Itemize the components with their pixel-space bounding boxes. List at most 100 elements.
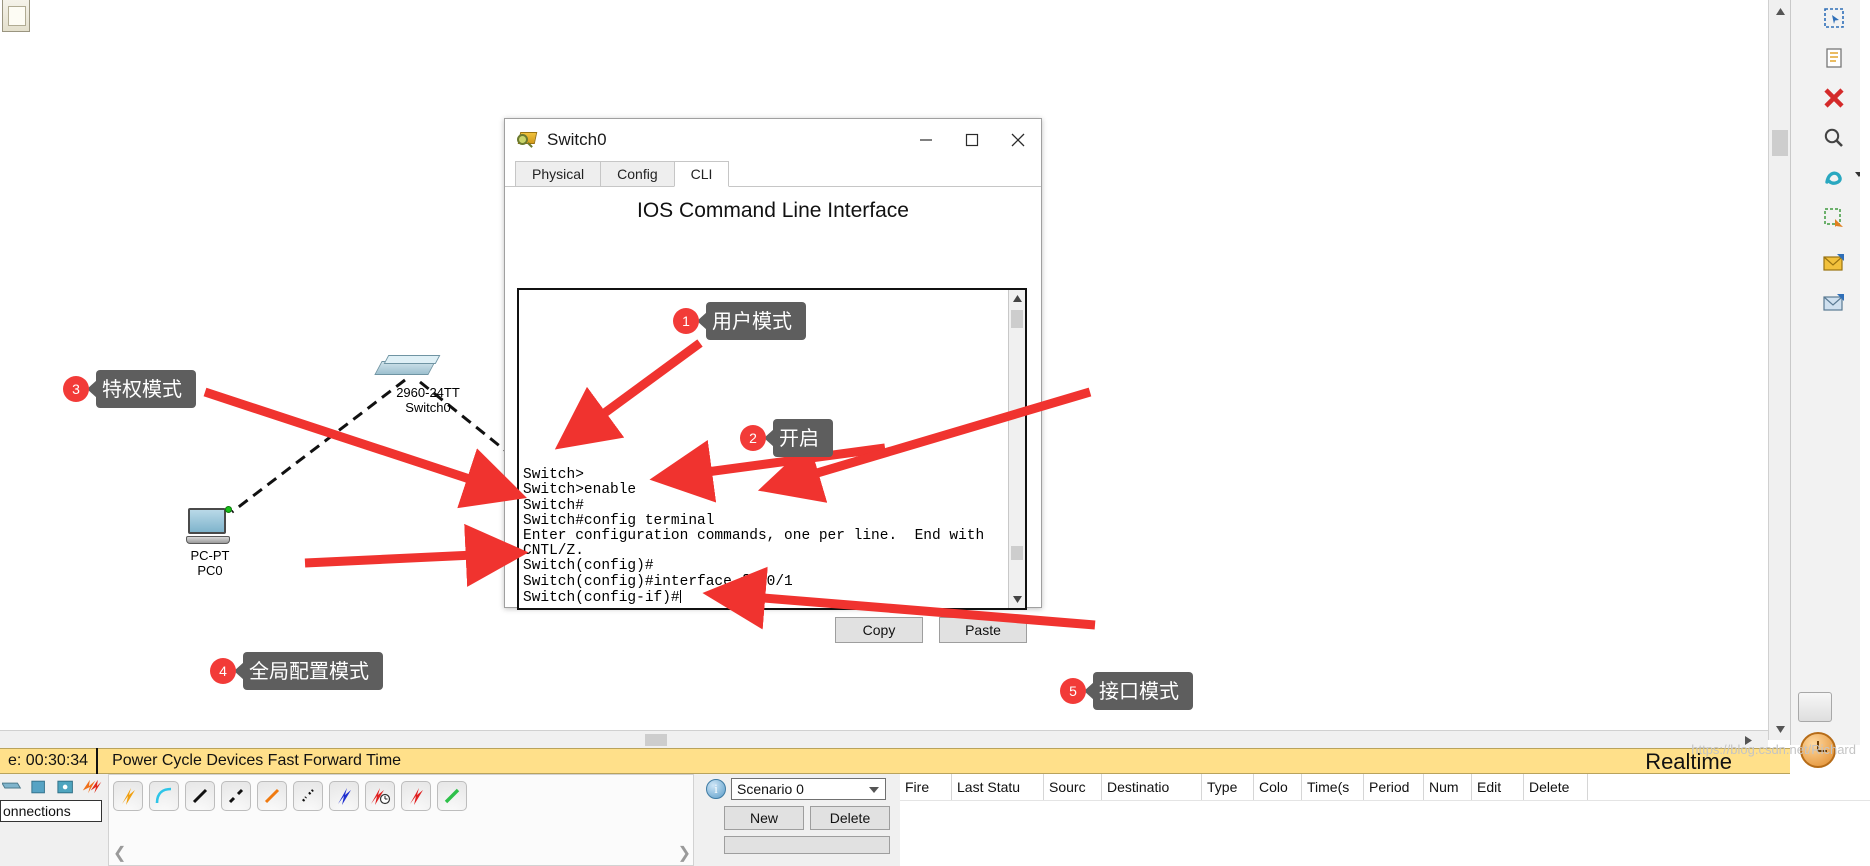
events-column-header[interactable]: Destinatio: [1102, 774, 1202, 800]
events-column-header[interactable]: Delete: [1524, 774, 1588, 800]
cli-line: Switch(config)#interface fa 0/1: [523, 573, 793, 590]
connections-label[interactable]: onnections: [0, 800, 102, 822]
right-toolbar-scroll-strip[interactable]: [1860, 0, 1870, 745]
tools-nav[interactable]: ❮ ❯: [113, 843, 691, 863]
dialog-tabs[interactable]: Physical Config CLI: [505, 161, 1041, 187]
automatic-cable-icon[interactable]: [113, 781, 143, 811]
chevron-down-icon[interactable]: [869, 787, 879, 793]
device-preview-button[interactable]: [1798, 692, 1832, 722]
cli-scrollbar[interactable]: [1008, 290, 1025, 608]
pc-monitor-icon: [188, 508, 226, 534]
cli-scroll-down-icon[interactable]: [1009, 591, 1025, 608]
tab-config[interactable]: Config: [600, 161, 675, 186]
hub-category-icon[interactable]: [28, 778, 49, 796]
callout-3-label: 特权模式: [96, 370, 196, 408]
switch-category-icon[interactable]: [2, 778, 23, 796]
wireless-category-icon[interactable]: [55, 778, 76, 796]
events-column-header[interactable]: Colo: [1254, 774, 1302, 800]
device-pc0[interactable]: [186, 508, 232, 550]
scroll-down-icon[interactable]: [1771, 720, 1789, 738]
cli-scroll-thumb[interactable]: [1011, 546, 1023, 560]
cli-line: Switch>: [523, 467, 584, 484]
cli-scroll-up-icon[interactable]: [1009, 290, 1025, 307]
callout-4-label: 全局配置模式: [243, 652, 383, 690]
switch0-dialog[interactable]: Switch0 Physical Config CLI IOS Command …: [504, 118, 1042, 643]
dialog-titlebar[interactable]: Switch0: [505, 119, 1041, 161]
inspect-tool-icon[interactable]: [1817, 122, 1851, 154]
add-complex-pdu-icon[interactable]: [1817, 288, 1851, 320]
tab-physical[interactable]: Physical: [515, 161, 602, 186]
new-scenario-button[interactable]: New: [724, 806, 804, 830]
events-column-header[interactable]: Sourc: [1044, 774, 1102, 800]
serial-dte-cable-icon[interactable]: [401, 781, 431, 811]
device-category-row[interactable]: [0, 774, 104, 796]
scenario-select[interactable]: Scenario 0: [731, 778, 886, 800]
events-column-header[interactable]: Fire: [900, 774, 952, 800]
copper-straight-cable-icon[interactable]: [185, 781, 215, 811]
events-column-header[interactable]: Time(s: [1302, 774, 1364, 800]
connections-category-icon[interactable]: [81, 778, 102, 796]
simulation-time: e: 00:30:34: [8, 752, 89, 769]
add-simple-pdu-icon[interactable]: [1817, 248, 1851, 280]
device-pc0-label: PC-PT PC0: [190, 548, 230, 578]
callout-4-badge: 4: [210, 658, 236, 684]
workspace-horizontal-scrollbar[interactable]: [0, 730, 1768, 748]
events-table[interactable]: Fire Last Statu Sourc Destinatio Type Colo Tim…: [900, 774, 1870, 866]
info-icon[interactable]: i: [706, 779, 726, 799]
tab-cli[interactable]: CLI: [673, 161, 730, 187]
cli-output-text: Switch> Switch>enable Switch# Switch#config…: [523, 467, 984, 606]
device-palette[interactable]: onnections: [0, 774, 104, 866]
delete-tool-icon[interactable]: [1817, 82, 1851, 114]
octal-cable-icon[interactable]: [437, 781, 467, 811]
workspace-vertical-scrollbar[interactable]: [1768, 0, 1790, 740]
select-tool-icon[interactable]: [1817, 2, 1851, 34]
scroll-up-icon[interactable]: [1771, 2, 1789, 20]
events-column-header[interactable]: Edit: [1472, 774, 1524, 800]
device-switch0[interactable]: [374, 353, 441, 383]
fiber-cable-icon[interactable]: [257, 781, 287, 811]
simulation-status-bar[interactable]: e: 00:30:34 Power Cycle Devices Fast For…: [0, 748, 1790, 774]
cli-line: Switch(config)#: [523, 558, 654, 575]
console-cable-icon[interactable]: [149, 781, 179, 811]
cli-scroll-thumb-top[interactable]: [1011, 310, 1023, 328]
resize-shape-tool-icon[interactable]: [1817, 202, 1851, 234]
close-button[interactable]: [995, 119, 1041, 161]
events-column-header[interactable]: Period: [1364, 774, 1424, 800]
callout-2: 2 开启: [740, 419, 833, 457]
scenario-panel[interactable]: i Scenario 0 New Delete: [700, 774, 896, 866]
events-column-header[interactable]: Type: [1202, 774, 1254, 800]
serial-dce-cable-icon[interactable]: [365, 781, 395, 811]
events-table-header: Fire Last Statu Sourc Destinatio Type Colo Tim…: [900, 774, 1870, 800]
events-table-body[interactable]: [900, 800, 1870, 866]
note-tool-icon[interactable]: [1817, 42, 1851, 74]
status-actions[interactable]: Power Cycle Devices Fast Forward Time: [98, 752, 401, 770]
workspace-hscroll-thumb[interactable]: [645, 734, 667, 746]
copper-crossover-cable-icon[interactable]: [221, 781, 251, 811]
scenario-select-row[interactable]: i Scenario 0: [700, 774, 896, 800]
delete-scenario-button[interactable]: Delete: [810, 806, 890, 830]
scenario-extra-button[interactable]: [724, 836, 890, 854]
phone-cable-icon[interactable]: [293, 781, 323, 811]
draw-shape-tool-icon[interactable]: [1817, 162, 1851, 194]
minimize-button[interactable]: [903, 119, 949, 161]
events-column-header[interactable]: Last Statu: [952, 774, 1044, 800]
callout-1: 1 用户模式: [673, 302, 806, 340]
maximize-button[interactable]: [949, 119, 995, 161]
paste-button[interactable]: Paste: [939, 617, 1027, 643]
connection-tools-row[interactable]: [109, 775, 693, 811]
scenario-buttons[interactable]: New Delete: [700, 800, 896, 830]
dialog-action-buttons: Copy Paste: [835, 617, 1027, 643]
callout-5-label: 接口模式: [1093, 672, 1193, 710]
window-controls: [903, 119, 1041, 161]
callout-3-badge: 3: [63, 376, 89, 402]
scenario-selected-value: Scenario 0: [737, 781, 804, 797]
copy-button[interactable]: Copy: [835, 617, 923, 643]
right-toolbar[interactable]: [1790, 0, 1870, 745]
chevron-right-icon[interactable]: ❯: [678, 843, 691, 863]
connection-tools-panel[interactable]: ❮ ❯: [108, 774, 694, 866]
coaxial-cable-icon[interactable]: [329, 781, 359, 811]
events-column-header[interactable]: Num: [1424, 774, 1472, 800]
chevron-left-icon[interactable]: ❮: [113, 843, 126, 863]
workspace-vscroll-thumb[interactable]: [1772, 130, 1788, 156]
packet-tracer-window: 2960-24TT Switch0 PC-PT PC0 Switch0 Phys…: [0, 0, 1870, 866]
